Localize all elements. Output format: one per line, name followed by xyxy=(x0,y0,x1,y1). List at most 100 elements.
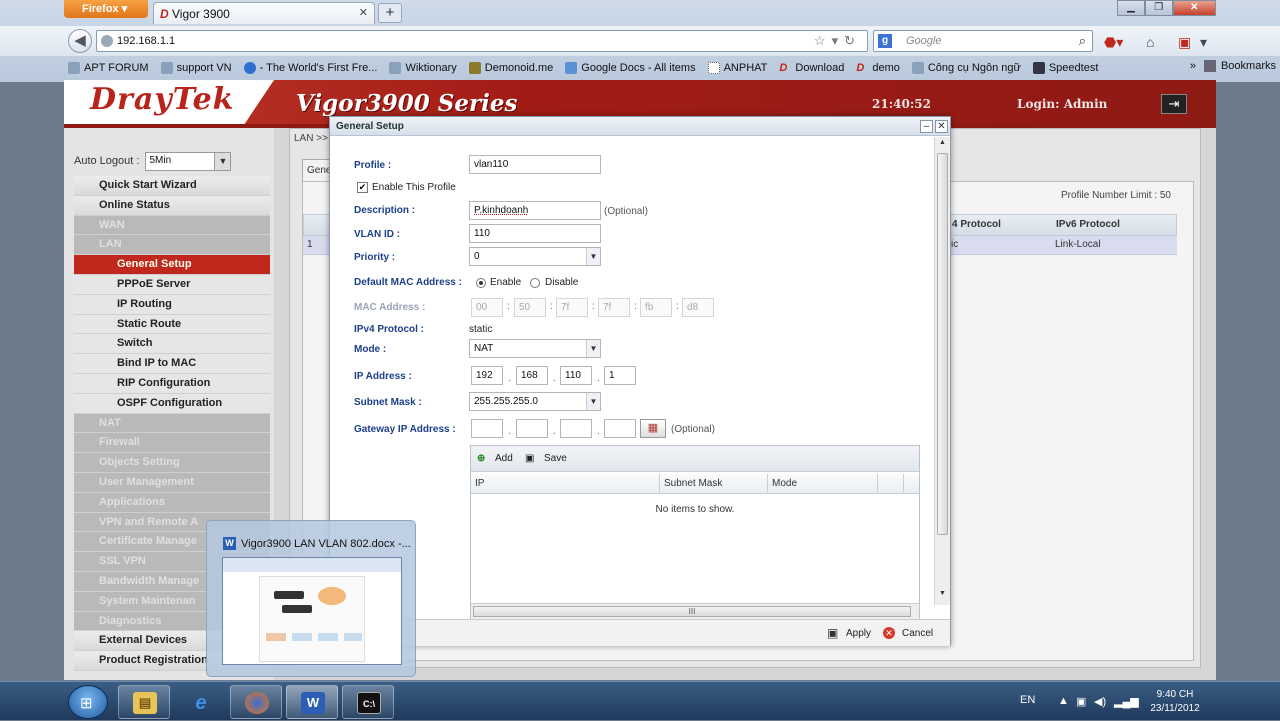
apply-button[interactable]: Apply xyxy=(846,628,871,639)
sidebar-item-ip-routing[interactable]: IP Routing xyxy=(74,294,270,315)
scroll-down-icon[interactable]: ▼ xyxy=(937,590,948,602)
horizontal-scrollbar[interactable]: III xyxy=(471,603,919,619)
adblock-icon[interactable]: ⬣▾ xyxy=(1104,34,1123,51)
mac-octet-4[interactable]: 7f xyxy=(598,298,630,317)
mode-select[interactable]: NAT ▼ xyxy=(469,339,601,358)
priority-select[interactable]: 0 ▼ xyxy=(469,247,601,266)
col-subnet-mask[interactable]: Subnet Mask xyxy=(664,478,722,489)
maximize-button[interactable]: ❐ xyxy=(1144,0,1173,16)
taskbar-explorer[interactable]: ▤ xyxy=(118,685,170,719)
gateway-octet-1[interactable] xyxy=(471,419,503,438)
vlan-id-input[interactable]: 110 xyxy=(469,224,601,243)
tray-arrow-icon[interactable]: ▲ xyxy=(1058,695,1069,707)
search-box[interactable]: g Google ⌕ xyxy=(873,30,1093,52)
sidebar-item-general-setup[interactable]: General Setup xyxy=(74,255,270,275)
sidebar-item-ospf-configuration[interactable]: OSPF Configuration xyxy=(74,393,270,414)
sidebar-item-firewall[interactable]: Firewall xyxy=(74,433,270,454)
scroll-up-icon[interactable]: ▲ xyxy=(937,139,948,151)
logout-icon[interactable]: ⇥ xyxy=(1161,94,1187,114)
taskbar-thumbnail[interactable]: W Vigor3900 LAN VLAN 802.docx -... xyxy=(206,520,416,677)
save-icon[interactable]: ▣ xyxy=(525,453,534,464)
save-button[interactable]: Save xyxy=(544,453,567,464)
bookmark-apt-forum[interactable]: APT FORUM xyxy=(68,62,149,74)
bookmark-demo[interactable]: Ddemo xyxy=(856,62,900,74)
taskbar-firefox[interactable] xyxy=(230,685,282,719)
menu-chevron-icon[interactable]: ▾ xyxy=(1200,34,1207,51)
close-tab-icon[interactable]: ✕ xyxy=(359,6,368,19)
sidebar-item-applications[interactable]: Applications xyxy=(74,492,270,513)
mac-octet-5[interactable]: fb xyxy=(640,298,672,317)
add-button[interactable]: Add xyxy=(495,453,513,464)
url-bar[interactable]: 192.168.1.1 ☆▾↻ xyxy=(96,30,868,52)
bookmark-google-docs[interactable]: Google Docs - All items xyxy=(565,62,696,74)
ip-octet-2[interactable]: 168 xyxy=(516,366,548,385)
minimize-dialog-button[interactable]: – xyxy=(920,120,933,133)
sidebar-item-online-status[interactable]: Online Status xyxy=(74,195,270,216)
firefox-menu-button[interactable]: Firefox ▾ xyxy=(64,0,148,18)
system-clock[interactable]: 9:40 CH 23/11/2012 xyxy=(1140,688,1210,716)
language-indicator[interactable]: EN xyxy=(1020,694,1035,706)
mac-octet-3[interactable]: 7f xyxy=(556,298,588,317)
signal-icon[interactable]: ▂▄▆ xyxy=(1114,695,1139,708)
bookmark-worlds-first[interactable]: - The World's First Fre... xyxy=(243,62,377,74)
close-window-button[interactable]: ✕ xyxy=(1172,0,1216,16)
sidebar-item-static-route[interactable]: Static Route xyxy=(74,314,270,335)
sidebar-item-rip-configuration[interactable]: RIP Configuration xyxy=(74,373,270,394)
bookmark-speedtest[interactable]: Speedtest xyxy=(1032,62,1098,74)
taskbar-cmd[interactable]: C:\ xyxy=(342,685,394,719)
enable-profile-checkbox[interactable]: ✔ xyxy=(357,182,368,193)
sidebar-item-quick-start-wizard[interactable]: Quick Start Wizard xyxy=(74,176,270,196)
bookmark-star-icon[interactable]: ☆▾↻ xyxy=(814,33,861,49)
ip-octet-1[interactable]: 192 xyxy=(471,366,503,385)
bookmarks-menu[interactable]: » Bookmarks xyxy=(1190,60,1280,72)
home-icon[interactable]: ⌂ xyxy=(1146,34,1154,50)
add-icon[interactable]: ⊕ xyxy=(477,453,485,464)
close-dialog-button[interactable]: ✕ xyxy=(935,120,948,133)
gateway-octet-4[interactable] xyxy=(604,419,636,438)
sidebar-item-switch[interactable]: Switch xyxy=(74,334,270,355)
bookmark-wiktionary[interactable]: Wiktionary xyxy=(389,62,457,74)
cancel-icon[interactable]: ✕ xyxy=(883,627,895,639)
tab-general[interactable]: Gene xyxy=(302,159,332,181)
taskbar-ie[interactable]: e xyxy=(174,685,226,719)
minimize-button[interactable]: ▁ xyxy=(1117,0,1145,16)
profile-input[interactable]: vlan110 xyxy=(469,155,601,174)
cancel-button[interactable]: Cancel xyxy=(902,628,933,639)
sidebar-item-nat[interactable]: NAT xyxy=(74,413,270,434)
sidebar-item-lan[interactable]: LAN xyxy=(74,235,270,256)
bookmark-download[interactable]: D Download xyxy=(779,62,844,74)
scrollbar-thumb[interactable] xyxy=(937,153,948,535)
col-mode[interactable]: Mode xyxy=(772,478,797,489)
subnet-mask-select[interactable]: 255.255.255.0 ▼ xyxy=(469,392,601,411)
apply-icon[interactable]: ▣ xyxy=(827,626,838,640)
default-mac-enable-radio[interactable] xyxy=(476,278,486,288)
scrollbar-thumb[interactable]: III xyxy=(473,606,911,617)
start-button[interactable]: ⊞ xyxy=(68,685,108,719)
browser-tab[interactable]: D Vigor 3900 ✕ xyxy=(153,2,375,24)
gateway-picker-icon[interactable]: ▦ xyxy=(640,419,666,438)
bookmark-demonoid[interactable]: Demonoid.me xyxy=(468,62,553,74)
bookmark-cong-cu[interactable]: Công cụ Ngôn ngữ xyxy=(911,62,1021,74)
bookmark-support-vn[interactable]: support VN xyxy=(160,62,232,74)
col-ip[interactable]: IP xyxy=(475,478,484,489)
mac-octet-6[interactable]: d8 xyxy=(682,298,714,317)
youtube-icon[interactable]: ▣ xyxy=(1178,34,1191,51)
sidebar-item-user-management[interactable]: User Management xyxy=(74,472,270,493)
sidebar-item-bind-ip-to-mac[interactable]: Bind IP to MAC xyxy=(74,354,270,374)
gateway-octet-2[interactable] xyxy=(516,419,548,438)
mac-octet-2[interactable]: 50 xyxy=(514,298,546,317)
ip-octet-3[interactable]: 110 xyxy=(560,366,592,385)
search-icon[interactable]: ⌕ xyxy=(1079,33,1086,49)
default-mac-disable-radio[interactable] xyxy=(530,278,540,288)
dialog-scrollbar[interactable]: ▲ ▼ xyxy=(934,137,950,605)
back-button[interactable]: ◀ xyxy=(68,29,92,53)
auto-logout-select[interactable]: 5Min ▼ xyxy=(145,151,232,171)
sidebar-item-objects-setting[interactable]: Objects Setting xyxy=(74,453,270,473)
mac-octet-1[interactable]: 00 xyxy=(471,298,503,317)
gateway-octet-3[interactable] xyxy=(560,419,592,438)
network-icon[interactable]: ▣ xyxy=(1076,695,1086,708)
taskbar-word[interactable]: W xyxy=(286,685,338,719)
ip-octet-4[interactable]: 1 xyxy=(604,366,636,385)
sidebar-item-pppoe-server[interactable]: PPPoE Server xyxy=(74,274,270,295)
new-tab-button[interactable]: + xyxy=(378,3,402,23)
